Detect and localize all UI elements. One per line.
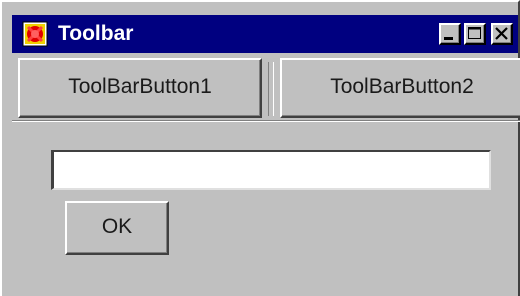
application-window: Toolbar ToolBarButton1 ToolBarButton2 OK	[0, 0, 520, 296]
close-icon	[495, 27, 508, 40]
toolbar-button-2[interactable]: ToolBarButton2	[280, 58, 520, 118]
minimize-button[interactable]	[439, 23, 461, 45]
minimize-icon	[444, 37, 453, 40]
toolbar-button-1[interactable]: ToolBarButton1	[18, 58, 262, 118]
title-bar[interactable]: Toolbar	[12, 15, 518, 53]
app-icon[interactable]	[22, 21, 48, 47]
window-title: Toolbar	[58, 22, 134, 45]
maximize-button[interactable]	[464, 23, 486, 45]
text-input[interactable]	[51, 150, 491, 190]
toolbar: ToolBarButton1 ToolBarButton2	[12, 58, 520, 121]
close-button[interactable]	[491, 23, 513, 45]
ok-button[interactable]: OK	[65, 201, 169, 255]
toolbar-separator	[268, 62, 274, 116]
maximize-icon	[468, 27, 481, 39]
